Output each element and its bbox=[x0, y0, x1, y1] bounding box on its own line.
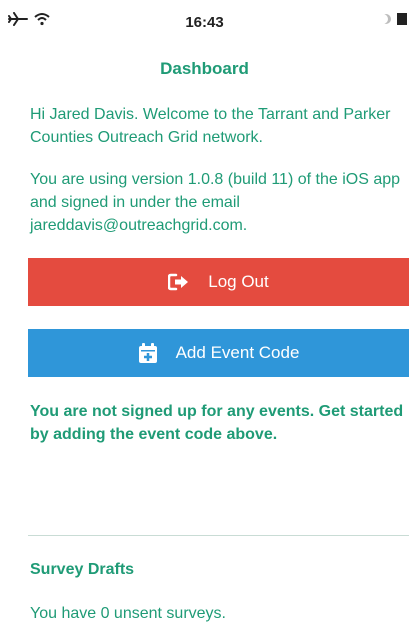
version-info: You are using version 1.0.8 (build 11) o… bbox=[30, 171, 401, 234]
sign-out-icon bbox=[168, 273, 190, 291]
welcome-message: Hi Jared Davis. Welcome to the Tarrant a… bbox=[30, 106, 391, 146]
unsent-surveys-status: You have 0 unsent surveys. bbox=[30, 605, 226, 622]
status-right bbox=[381, 13, 407, 25]
add-event-code-label: Add Event Code bbox=[175, 343, 300, 362]
battery-icon bbox=[397, 13, 407, 25]
status-time: 16:43 bbox=[185, 14, 224, 31]
add-event-code-button[interactable]: Add Event Code bbox=[28, 329, 409, 377]
moon-icon bbox=[381, 14, 391, 24]
section-divider bbox=[28, 535, 409, 536]
calendar-plus-icon bbox=[138, 342, 158, 364]
survey-drafts-title: Survey Drafts bbox=[30, 561, 135, 578]
page-title: Dashboard bbox=[160, 59, 249, 78]
log-out-button[interactable]: Log Out bbox=[28, 258, 409, 306]
events-empty-message: You are not signed up for any events. Ge… bbox=[30, 403, 404, 443]
log-out-label: Log Out bbox=[208, 272, 269, 291]
status-bar: 16:43 bbox=[0, 0, 409, 40]
